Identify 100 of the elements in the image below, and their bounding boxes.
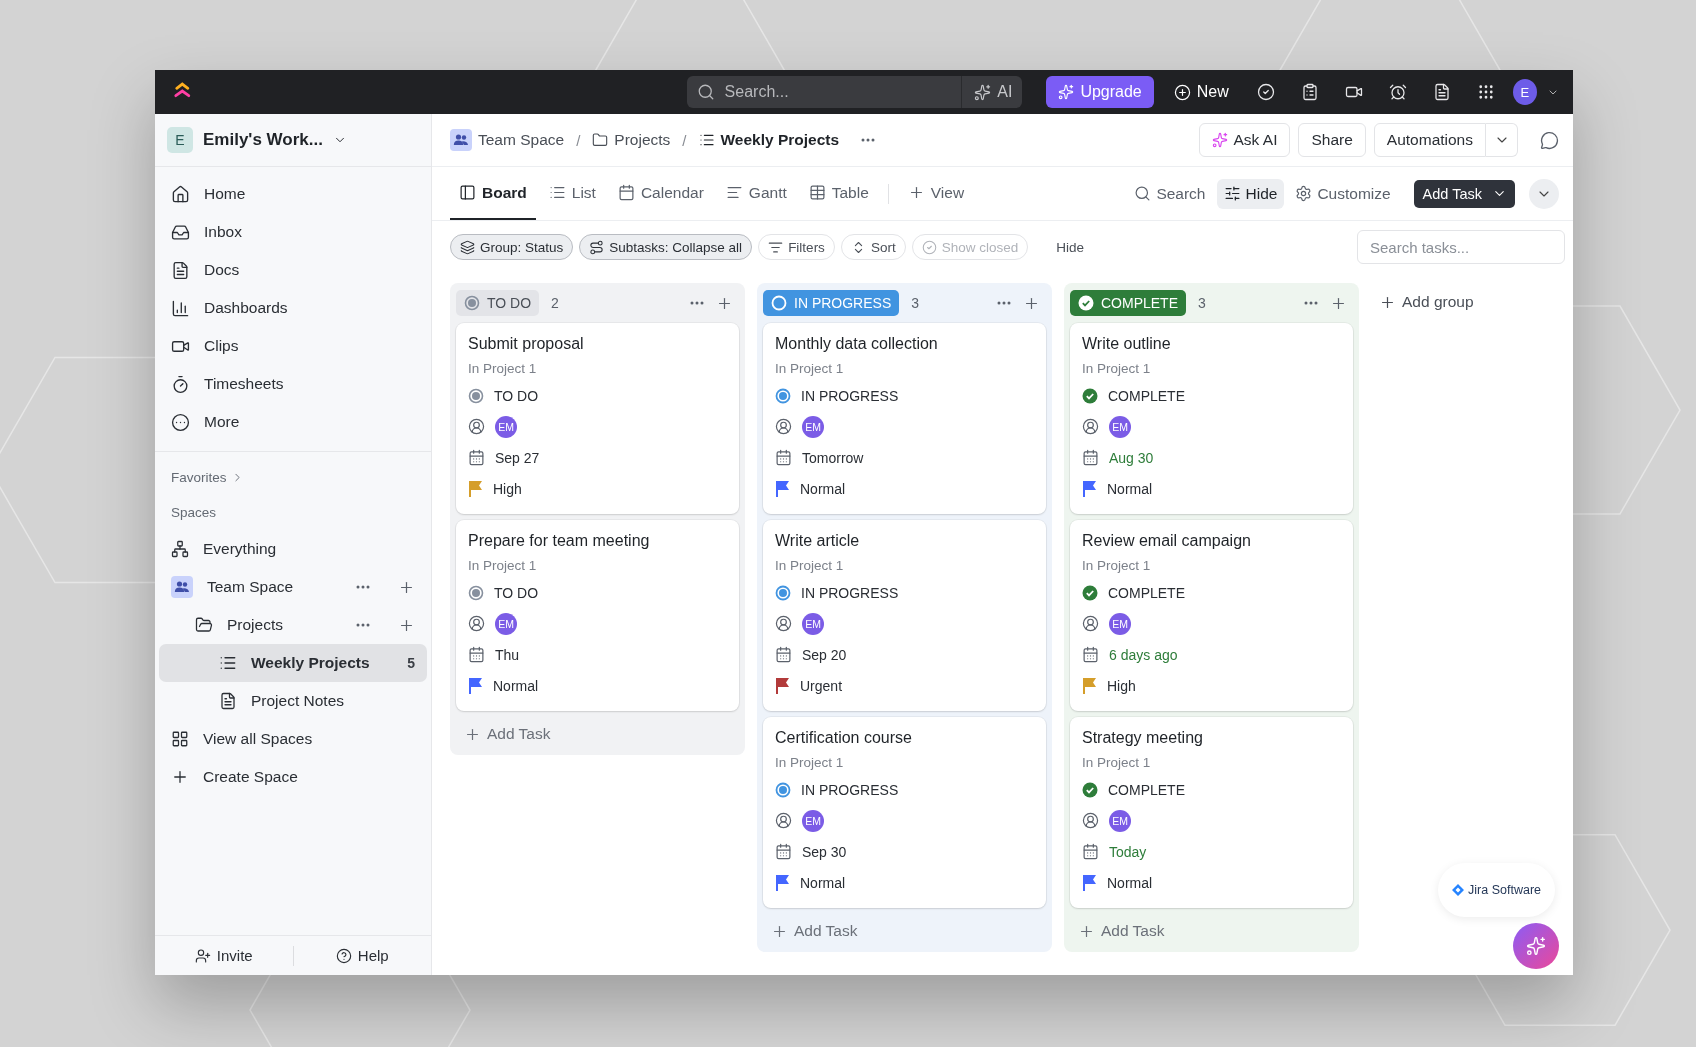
nav-item[interactable]: Dashboards (159, 289, 427, 327)
nav-item[interactable]: Clips (159, 327, 427, 365)
add-task-link[interactable]: Add Task (456, 717, 559, 749)
automations-button[interactable]: Automations (1373, 123, 1486, 157)
more-icon[interactable] (356, 585, 370, 589)
add-task-link[interactable]: Add Task (763, 914, 866, 946)
filter-chip[interactable]: Subtasks: Collapse all (579, 234, 753, 260)
ai-assistant-button[interactable] (1513, 923, 1559, 969)
toolbar-button[interactable]: Search (1127, 178, 1213, 209)
calendar-icon (1082, 843, 1099, 860)
help-icon (335, 947, 352, 964)
sparkle-icon (974, 83, 992, 101)
assignee-avatar[interactable]: EM (802, 415, 824, 438)
sidebar-item[interactable]: Project Notes (159, 682, 427, 720)
add-view-button[interactable]: View (898, 167, 974, 220)
inbox-icon (171, 222, 190, 242)
chat-icon[interactable] (1540, 130, 1559, 150)
breadcrumb-link[interactable]: Weekly Projects (698, 131, 840, 149)
task-card[interactable]: Certification course In Project 1 IN PROGRESS EM Sep 30 Normal (763, 717, 1046, 908)
apps-grid-icon[interactable] (1476, 83, 1495, 101)
task-search-field[interactable]: Search tasks... (1357, 230, 1565, 264)
toolbar-button[interactable]: Hide (1216, 178, 1285, 209)
ai-button[interactable]: AI (961, 76, 1013, 108)
help-button[interactable]: Help (293, 946, 431, 965)
nav-item[interactable]: Timesheets (159, 365, 427, 403)
workspace-name[interactable]: Emily's Work... (203, 130, 323, 150)
due-date: Today (1109, 843, 1147, 860)
grid-icon (171, 730, 189, 748)
assignee-avatar[interactable]: EM (802, 612, 824, 635)
ask-ai-button[interactable]: Ask AI (1198, 123, 1291, 157)
task-card[interactable]: Review email campaign In Project 1 COMPLETE EM 6 days ago High (1070, 520, 1353, 711)
task-card[interactable]: Submit proposal In Project 1 TO DO EM Sep 27 High (456, 323, 739, 514)
timer-icon (171, 374, 190, 394)
view-tab[interactable]: Board (450, 167, 536, 220)
breadcrumb-link[interactable]: Team Space (450, 129, 565, 151)
assignee-avatar[interactable]: EM (1109, 415, 1131, 438)
filter-chip[interactable]: Filters (758, 234, 835, 260)
assignee-avatar[interactable]: EM (802, 809, 824, 832)
search-field[interactable]: Search... AI (686, 76, 1023, 108)
task-title: Review email campaign (1082, 532, 1252, 550)
calendar-icon (468, 449, 485, 466)
task-title: Certification course (775, 729, 913, 747)
board-icon (459, 184, 476, 201)
plus-icon (171, 768, 189, 786)
project-label: In Project 1 (1082, 755, 1152, 770)
task-card[interactable]: Write outline In Project 1 COMPLETE EM Aug 30 Normal (1070, 323, 1353, 514)
task-card[interactable]: Prepare for team meeting In Project 1 TO DO EM Thu Normal (456, 520, 739, 711)
sidebar-item[interactable]: View all Spaces (159, 720, 427, 758)
view-tab[interactable]: Calendar (608, 167, 713, 220)
nav-item[interactable]: Docs (159, 251, 427, 289)
nav-item[interactable]: Inbox (159, 213, 427, 251)
check-circle-icon[interactable] (1256, 83, 1275, 101)
favorites-link[interactable]: Favorites (159, 470, 427, 485)
assignee-avatar[interactable]: EM (1109, 809, 1131, 832)
priority-text: Normal (1107, 480, 1153, 497)
new-button[interactable]: New (1163, 83, 1239, 101)
view-tab[interactable]: Table (799, 167, 878, 220)
task-card[interactable]: Write article In Project 1 IN PROGRESS EM Sep 20 Urgent (763, 520, 1046, 711)
status-text: COMPLETE (1108, 584, 1185, 601)
more-icon[interactable] (861, 138, 876, 142)
add-task-link[interactable]: Add Task (1070, 914, 1173, 946)
task-card[interactable]: Monthly data collection In Project 1 IN PROGRESS EM Tomorrow Normal (763, 323, 1046, 514)
filter-chip[interactable]: Sort (840, 234, 906, 260)
more-icon[interactable] (356, 623, 370, 627)
user-icon (1082, 812, 1099, 829)
invite-button[interactable]: Invite (155, 946, 293, 965)
task-card[interactable]: Strategy meeting In Project 1 COMPLETE EM Today Normal (1070, 717, 1353, 908)
document-icon[interactable] (1432, 83, 1451, 101)
toolbar-button[interactable]: Customize (1288, 178, 1398, 209)
list-icon (698, 132, 715, 148)
assignee-avatar[interactable]: EM (495, 415, 517, 438)
sliders-icon (1223, 185, 1241, 202)
sidebar-item[interactable]: Team Space (159, 568, 427, 606)
upgrade-button[interactable]: Upgrade (1046, 76, 1154, 108)
sidebar-item[interactable]: Create Space (159, 758, 427, 796)
add-group-button[interactable]: Add group (1371, 283, 1482, 321)
nav-item[interactable]: More (159, 403, 427, 441)
priority-text: Normal (800, 874, 846, 891)
alarm-clock-icon[interactable] (1388, 83, 1407, 101)
assignee-avatar[interactable]: EM (495, 612, 517, 635)
more-icon[interactable] (1304, 301, 1318, 305)
user-avatar[interactable]: E (1512, 79, 1537, 105)
people-icon (450, 129, 472, 151)
breadcrumb-link[interactable]: Projects (592, 131, 671, 149)
calendar-icon (775, 646, 792, 663)
more-icon[interactable] (690, 301, 704, 305)
integration-badge[interactable]: Jira Software (1438, 863, 1555, 917)
status-text: TO DO (494, 387, 539, 404)
sidebar-item[interactable]: Weekly Projects 5 (159, 644, 427, 682)
view-tab[interactable]: Gantt (716, 167, 796, 220)
more-icon[interactable] (997, 301, 1011, 305)
add-task-button[interactable]: Add Task (1413, 179, 1515, 208)
view-tab[interactable]: List (539, 167, 605, 220)
filter-chip[interactable]: Group: Status (450, 234, 574, 260)
sidebar-item[interactable]: Everything (159, 530, 427, 568)
share-button[interactable]: Share (1298, 123, 1366, 157)
sidebar-item[interactable]: Projects (159, 606, 427, 644)
nav-item[interactable]: Home (159, 175, 427, 213)
clipboard-icon[interactable] (1300, 83, 1319, 101)
assignee-avatar[interactable]: EM (1109, 612, 1131, 635)
